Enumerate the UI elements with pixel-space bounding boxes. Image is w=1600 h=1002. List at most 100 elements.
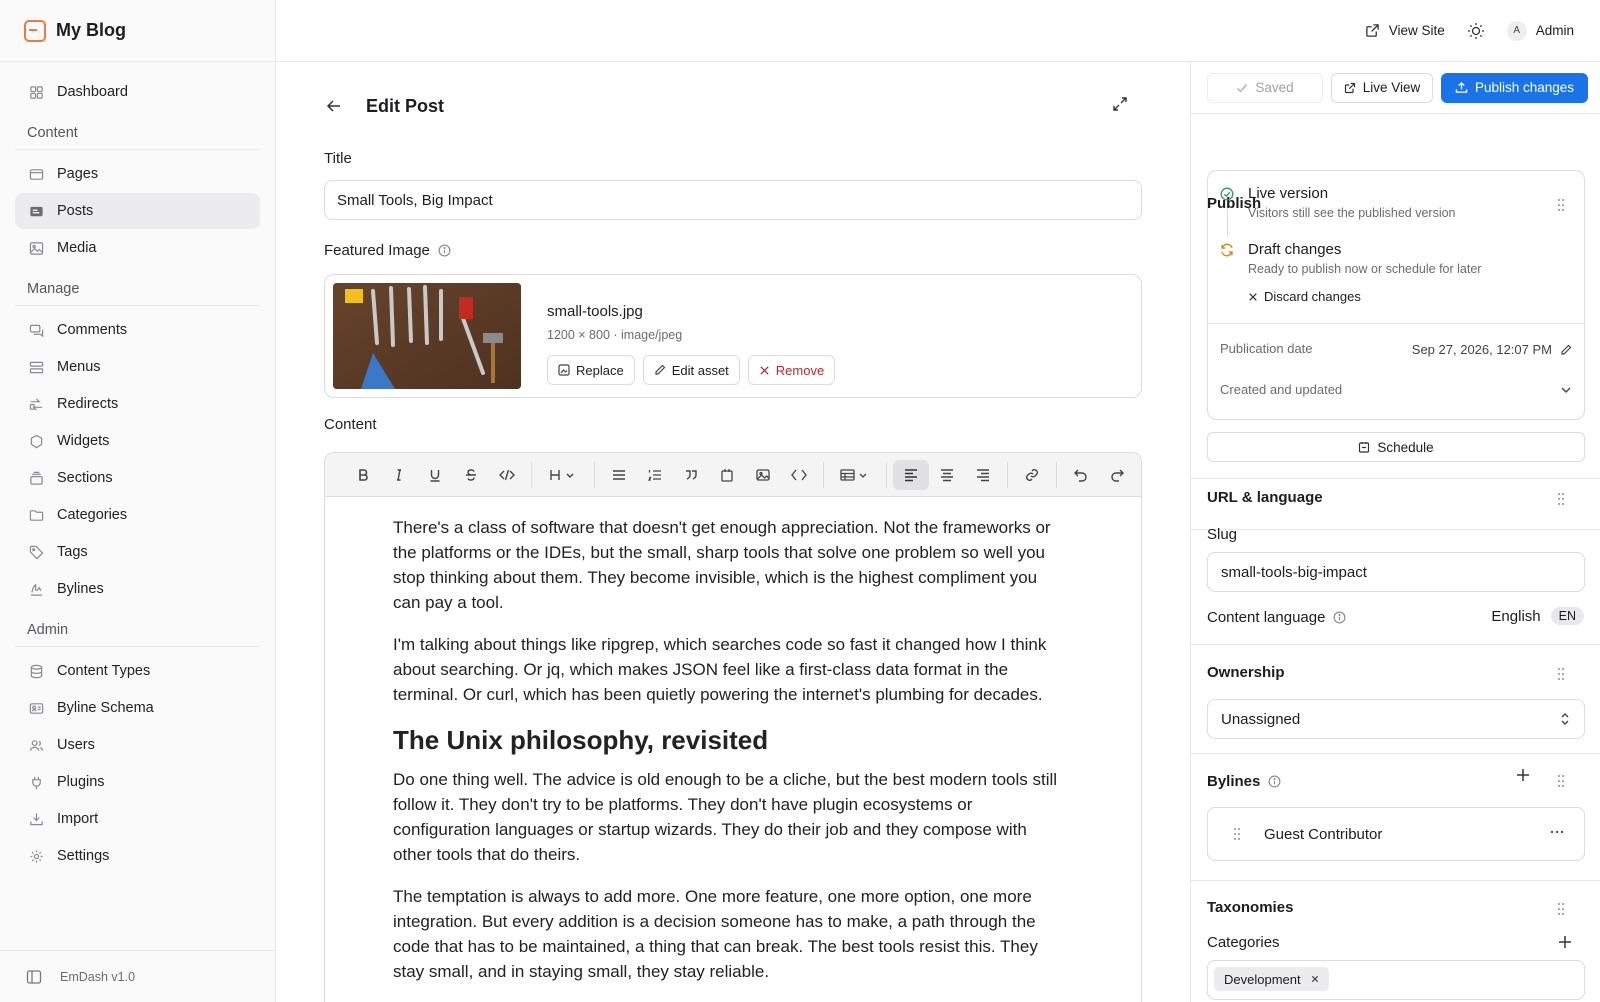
- sidebar-item-bylines[interactable]: Bylines: [15, 571, 260, 607]
- ownership-select[interactable]: Unassigned: [1207, 699, 1585, 739]
- category-tag: Development: [1214, 967, 1329, 991]
- sidebar-item-byline-schema[interactable]: Byline Schema: [15, 690, 260, 726]
- align-center-button[interactable]: [929, 460, 965, 490]
- saved-button[interactable]: Saved: [1207, 72, 1323, 103]
- sidebar-item-plugins[interactable]: Plugins: [15, 764, 260, 800]
- sidebar-item-comments[interactable]: Comments: [15, 312, 260, 348]
- categories-label: Categories: [1207, 934, 1280, 951]
- drag-handle-icon[interactable]: [1556, 667, 1566, 681]
- table-dropdown[interactable]: [830, 460, 880, 490]
- remove-tag-icon[interactable]: [1311, 975, 1319, 983]
- view-site-link[interactable]: View Site: [1365, 23, 1445, 38]
- bullet-list-button[interactable]: [601, 460, 637, 490]
- user-menu[interactable]: A Admin: [1506, 20, 1574, 41]
- theme-toggle-button[interactable]: [1467, 22, 1485, 40]
- strikethrough-button[interactable]: [453, 460, 489, 490]
- remove-button[interactable]: Remove: [747, 355, 836, 385]
- code-block-button[interactable]: [781, 460, 817, 490]
- inline-code-button[interactable]: [489, 460, 525, 490]
- close-icon: [759, 365, 770, 376]
- quote-icon: [684, 468, 698, 482]
- topbar: View Site A Admin: [276, 0, 1600, 62]
- schedule-button[interactable]: Schedule: [1207, 432, 1585, 462]
- image-icon: [28, 240, 44, 256]
- editor-header: Edit Post: [324, 92, 1130, 120]
- discard-changes-button[interactable]: Discard changes: [1248, 289, 1361, 304]
- discard-label: Discard changes: [1264, 289, 1361, 304]
- sidebar-item-content-types[interactable]: Content Types: [15, 653, 260, 689]
- content-language-value[interactable]: English EN: [1491, 607, 1584, 625]
- add-byline-icon[interactable]: [1516, 768, 1530, 782]
- bold-button[interactable]: [345, 460, 381, 490]
- folder-icon: [28, 507, 44, 523]
- drag-handle-icon[interactable]: [1556, 902, 1566, 916]
- check-icon: [1236, 82, 1248, 94]
- redo-button[interactable]: [1099, 460, 1135, 490]
- created-updated-toggle[interactable]: Created and updated: [1220, 382, 1342, 397]
- expand-icon[interactable]: [1112, 96, 1130, 114]
- drag-handle-icon[interactable]: [1232, 827, 1242, 841]
- quote-button[interactable]: [673, 460, 709, 490]
- publication-date-value[interactable]: Sep 27, 2026, 12:07 PM: [1412, 342, 1572, 357]
- remove-label: Remove: [775, 362, 825, 378]
- align-left-button[interactable]: [893, 459, 929, 490]
- categories-field[interactable]: Development: [1207, 960, 1585, 1000]
- code-block-icon: [791, 468, 807, 482]
- drag-handle-icon[interactable]: [1556, 774, 1566, 788]
- back-arrow-icon[interactable]: [324, 96, 344, 116]
- comments-icon: [28, 322, 44, 338]
- brand[interactable]: My Blog: [0, 0, 275, 62]
- sidebar-item-import[interactable]: Import: [15, 801, 260, 837]
- database-icon: [28, 663, 44, 679]
- sidebar-item-tags[interactable]: Tags: [15, 534, 260, 570]
- callout-button[interactable]: [709, 460, 745, 490]
- more-icon[interactable]: [1550, 830, 1564, 834]
- code-icon: [499, 468, 515, 482]
- publish-changes-button[interactable]: Publish changes: [1441, 72, 1588, 103]
- insert-image-button[interactable]: [745, 460, 781, 490]
- editor-content[interactable]: There's a class of software that doesn't…: [325, 497, 1141, 984]
- sidebar-item-posts[interactable]: Posts: [15, 193, 260, 229]
- italic-button[interactable]: [381, 460, 417, 490]
- title-input[interactable]: Small Tools, Big Impact: [324, 180, 1142, 220]
- sidebar-toggle-icon[interactable]: [26, 969, 42, 985]
- link-button[interactable]: [1014, 460, 1050, 490]
- sidebar-item-sections[interactable]: Sections: [15, 460, 260, 496]
- external-link-icon: [1344, 82, 1356, 94]
- publication-date-label: Publication date: [1220, 341, 1313, 356]
- featured-image-thumbnail[interactable]: [333, 283, 521, 389]
- chevron-down-icon[interactable]: [1560, 384, 1572, 396]
- bold-icon: [356, 468, 370, 482]
- sidebar-item-menus[interactable]: Menus: [15, 349, 260, 385]
- sidebar-item-settings[interactable]: Settings: [15, 838, 260, 874]
- grid-icon: [28, 84, 44, 100]
- menu-icon: [28, 359, 44, 375]
- heading-dropdown[interactable]: [538, 460, 588, 490]
- users-icon: [28, 737, 44, 753]
- italic-icon: [392, 468, 406, 482]
- align-right-button[interactable]: [965, 460, 1001, 490]
- edit-asset-button[interactable]: Edit asset: [642, 355, 740, 385]
- sidebar-item-dashboard[interactable]: Dashboard: [15, 74, 260, 110]
- underline-button[interactable]: [417, 460, 453, 490]
- heading-icon: [549, 468, 577, 482]
- toolbar-divider: [886, 461, 887, 488]
- content-paragraph: Do one thing well. The advice is old eno…: [393, 770, 1058, 864]
- sidebar-item-categories[interactable]: Categories: [15, 497, 260, 533]
- slug-input[interactable]: small-tools-big-impact: [1207, 552, 1585, 592]
- sidebar-item-pages[interactable]: Pages: [15, 156, 260, 192]
- byline-item[interactable]: Guest Contributor: [1207, 807, 1585, 861]
- drag-handle-icon[interactable]: [1556, 492, 1566, 506]
- sidebar-item-users[interactable]: Users: [15, 727, 260, 763]
- ordered-list-button[interactable]: [637, 460, 673, 490]
- sidebar-item-label: Media: [57, 240, 97, 256]
- sidebar-item-media[interactable]: Media: [15, 230, 260, 266]
- replace-button[interactable]: Replace: [547, 355, 635, 385]
- add-category-icon[interactable]: [1558, 935, 1572, 949]
- pencil-icon: [654, 364, 666, 376]
- live-view-button[interactable]: Live View: [1331, 72, 1433, 103]
- undo-button[interactable]: [1063, 460, 1099, 490]
- sync-icon: [1220, 243, 1236, 276]
- sidebar-item-widgets[interactable]: Widgets: [15, 423, 260, 459]
- sidebar-item-redirects[interactable]: Redirects: [15, 386, 260, 422]
